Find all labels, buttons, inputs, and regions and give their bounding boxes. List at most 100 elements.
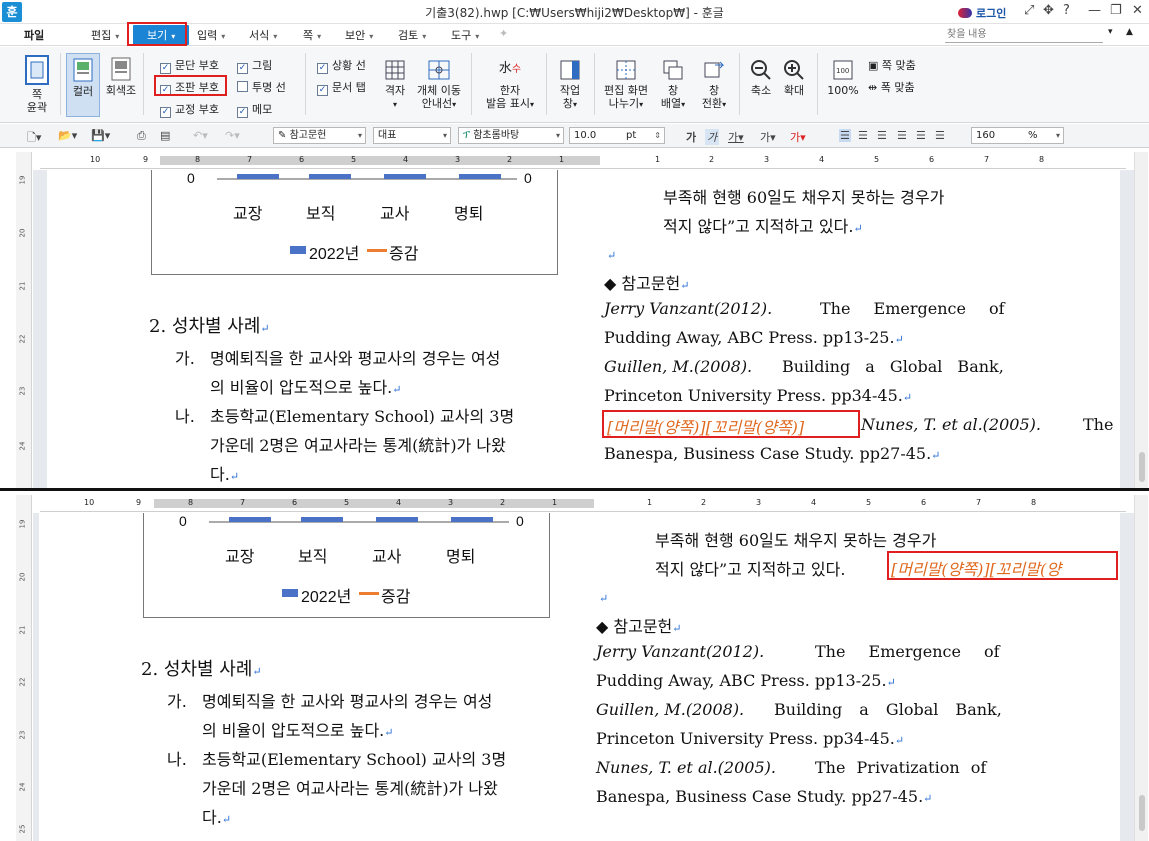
fullscreen-icon[interactable]: ⤢: [1024, 3, 1034, 18]
ref-author: Guillen, M.(2008).: [596, 700, 745, 719]
menu-file[interactable]: 파일: [24, 27, 44, 43]
zoom-in-button[interactable]: 확대: [778, 59, 810, 97]
align-center-icon[interactable]: ☰: [877, 129, 887, 142]
vertical-scrollbar[interactable]: [1134, 152, 1148, 488]
axis-tick-left: 0: [187, 170, 195, 186]
zoom-out-button[interactable]: 축소: [745, 59, 777, 97]
quote-line: 부족해 현행 60일도 채우지 못하는 경우가: [663, 188, 945, 207]
hanja-pronunciation-button[interactable]: 水수 한자 발음 표시▾: [481, 57, 539, 111]
grid-button[interactable]: 격자 ▾: [379, 59, 411, 111]
grayscale-page-icon: [111, 57, 131, 81]
maximize-icon[interactable]: ❐: [1110, 3, 1122, 18]
list-item-line: 명예퇴직을 한 교사와 평교사의 경우는 여성: [202, 692, 493, 711]
save-icon[interactable]: 💾▾: [91, 129, 110, 142]
chart-bar: [229, 517, 271, 522]
ref-author: Nunes, T. et al.(2005).: [596, 758, 776, 777]
open-folder-icon[interactable]: 📂▾: [58, 129, 77, 142]
font-select[interactable]: ፕ 함초롬바탕 ▾: [458, 127, 564, 144]
underline-button[interactable]: 가▾: [728, 129, 744, 145]
paragraph-mark: ↵: [607, 249, 617, 262]
ref-author: Jerry Vanzant(2012).: [596, 642, 765, 661]
new-doc-icon[interactable]: 🗋▾: [27, 129, 41, 148]
help-icon[interactable]: ?: [1063, 3, 1070, 18]
search-input[interactable]: [945, 26, 1103, 43]
align-split-icon[interactable]: ☰: [935, 129, 945, 142]
list-item-line: 다.↵: [210, 465, 240, 484]
chart-category: 교사: [372, 549, 402, 566]
menu-page[interactable]: 쪽 ▾: [303, 27, 321, 43]
window-arrange-icon: [663, 60, 683, 80]
editor-pane-bottom[interactable]: 0 0 교장 보직 교사 명퇴 2022년 증감 2. 성차별 사례↵ 가. 명…: [33, 513, 1134, 841]
font-size-input[interactable]: 10.0 pt ⇕: [569, 127, 665, 144]
move-icon[interactable]: ✥: [1043, 3, 1054, 18]
chevron-down-icon: ▾: [555, 131, 560, 140]
editor-pane-top[interactable]: 0 0 교장 보직 교사 명퇴 2022년 증감 2. 성차별 사례↵ 가. 명…: [33, 170, 1134, 488]
italic-button[interactable]: 가: [705, 129, 720, 145]
align-right-icon[interactable]: ☰: [897, 129, 907, 142]
login-button[interactable]: 로그인: [958, 5, 1006, 21]
fit-width-button[interactable]: ⇹ 폭 맞춤: [868, 79, 915, 95]
close-icon[interactable]: ✕: [1132, 3, 1143, 18]
check-paragraph-mark[interactable]: ✓ 문단 부호: [160, 57, 219, 74]
list-label: 가.: [175, 349, 195, 368]
check-picture[interactable]: ✓ 그림: [237, 57, 272, 74]
align-justify-icon[interactable]: ☰: [839, 129, 851, 142]
menu-review[interactable]: 검토 ▾: [398, 27, 426, 43]
print-icon[interactable]: ⎙: [137, 129, 146, 143]
menu-format[interactable]: 서식 ▾: [249, 27, 277, 43]
strike-button[interactable]: 가▾: [760, 129, 776, 145]
horizontal-ruler-bottom[interactable]: 10 9 8 7 6 5 4 3 2 1 1 2 3 4 5 6 7 8: [40, 495, 1126, 512]
window-switch-button[interactable]: 창 전환▾: [697, 59, 731, 111]
list-item-line: 가운데 2명은 여교사라는 통계(統計)가 나왔: [202, 779, 498, 798]
font-icon: ፕ: [463, 130, 474, 141]
split-screen-button[interactable]: 편집 화면 나누기▾: [603, 59, 649, 111]
color-mode-button[interactable]: 컬러: [66, 53, 100, 117]
align-left-icon[interactable]: ☰: [858, 129, 868, 142]
style-select[interactable]: ✎ 참고문헌 ▾: [273, 127, 366, 144]
task-pane-button[interactable]: 작업 창▾: [554, 59, 586, 111]
check-status-line[interactable]: ✓ 상황 선: [317, 57, 366, 74]
preview-icon[interactable]: ▤: [160, 129, 170, 142]
vertical-scrollbar-bottom[interactable]: [1134, 495, 1148, 841]
section-heading: 2. 성차별 사례↵: [141, 659, 262, 680]
check-transparent-line[interactable]: 투명 선: [237, 79, 286, 95]
object-move-guide-button[interactable]: 개체 이동 안내선▾: [413, 59, 465, 111]
check-memo[interactable]: ✓ 메모: [237, 101, 272, 118]
checkbox-icon: ✓: [160, 107, 171, 118]
align-distribute-icon[interactable]: ☰: [916, 129, 926, 142]
window-arrange-button[interactable]: 창 배열▾: [656, 59, 690, 111]
horizontal-ruler[interactable]: 10 9 8 7 6 5 4 3 2 1 1 2 3 4 5 6 7 8: [40, 152, 1126, 169]
check-proof-mark[interactable]: ✓ 교정 부호: [160, 101, 219, 118]
page-outline-button[interactable]: 쪽 윤곽: [20, 55, 54, 114]
split-screen-icon: [616, 60, 636, 80]
bold-button[interactable]: 가: [686, 129, 696, 145]
quote-line: 적지 않다”고 지적하고 있다.: [655, 560, 846, 579]
menu-extra-icon[interactable]: ✦: [499, 27, 508, 40]
ref-line: Pudding Away, ABC Press. pp13-25.↵: [604, 328, 904, 347]
document-page[interactable]: 0 0 교장 보직 교사 명퇴 2022년 증감 2. 성차별 사례↵ 가. 명…: [39, 513, 1120, 841]
zoom-select[interactable]: 160% ▾: [971, 127, 1064, 144]
guide-line-icon: [428, 60, 450, 80]
undo-icon[interactable]: ↶▾: [193, 129, 208, 142]
checkbox-icon: ✓: [237, 107, 248, 118]
redo-icon[interactable]: ↷▾: [225, 129, 240, 142]
list-label: 가.: [167, 692, 187, 711]
menu-tools[interactable]: 도구 ▾: [451, 27, 479, 43]
minimize-icon[interactable]: —: [1088, 3, 1101, 18]
grayscale-button[interactable]: 회색조: [104, 57, 138, 97]
menu-insert[interactable]: 입력 ▾: [197, 27, 225, 43]
language-select[interactable]: 대표 ▾: [373, 127, 451, 144]
search-dropdown-icon[interactable]: ▾: [1108, 27, 1113, 37]
menu-edit[interactable]: 편집 ▾: [91, 27, 119, 43]
font-color-button[interactable]: 가▾: [790, 129, 806, 145]
axis-tick-left: 0: [179, 513, 187, 529]
check-document-tab[interactable]: ✓ 문서 탭: [317, 79, 366, 96]
menu-security[interactable]: 보안 ▾: [345, 27, 373, 43]
split-divider[interactable]: [0, 488, 1149, 491]
zoom-100-button[interactable]: 100 100%: [825, 59, 861, 97]
ribbon-toggle-icon[interactable]: ▲: [1126, 27, 1133, 37]
fit-page-button[interactable]: ▣ 쪽 맞춤: [868, 57, 916, 73]
legend-line-swatch: [359, 592, 379, 595]
list-item-line: 의 비율이 압도적으로 높다.↵: [202, 721, 394, 740]
document-page[interactable]: 0 0 교장 보직 교사 명퇴 2022년 증감 2. 성차별 사례↵ 가. 명…: [47, 170, 1120, 488]
